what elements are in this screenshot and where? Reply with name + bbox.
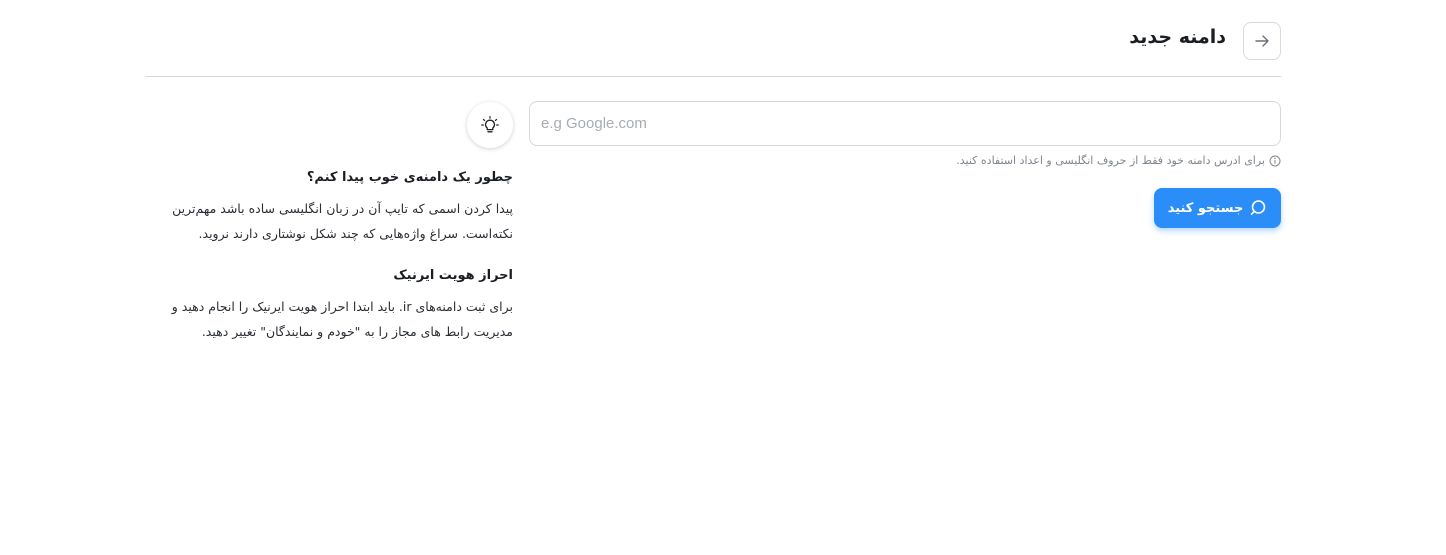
page-header: دامنه جدید bbox=[145, 0, 1281, 77]
domain-input[interactable] bbox=[529, 101, 1281, 146]
search-button-label: جستجو کنید bbox=[1167, 200, 1244, 216]
search-icon bbox=[1251, 200, 1266, 215]
input-hint-text: برای ادرس دامنه خود فقط از حروف انگلیسی … bbox=[956, 154, 1265, 167]
page: دامنه جدید برای ادرس دامنه خود فقط از حر… bbox=[0, 0, 1446, 555]
search-button[interactable]: جستجو کنید bbox=[1154, 188, 1281, 228]
back-button[interactable] bbox=[1243, 22, 1281, 60]
tip-title-good-domain: چطور یک دامنه‌ی خوب پیدا کنم؟ bbox=[306, 170, 513, 185]
arrow-right-icon bbox=[1255, 35, 1269, 47]
info-circle-icon bbox=[1269, 155, 1281, 166]
page-title: دامنه جدید bbox=[1129, 26, 1226, 48]
tip-body-good-domain: پیدا کردن اسمی که تایپ آن در زبان انگلیس… bbox=[172, 201, 513, 241]
tip-title-irnic: احراز هویت ایرنیک bbox=[393, 268, 513, 283]
domain-search-panel: برای ادرس دامنه خود فقط از حروف انگلیسی … bbox=[529, 101, 1281, 228]
input-hint: برای ادرس دامنه خود فقط از حروف انگلیسی … bbox=[956, 154, 1281, 167]
tip-body-irnic: برای ثبت دامنه‌های ir. باید ابتدا احراز … bbox=[171, 299, 513, 339]
lightbulb-icon bbox=[481, 116, 499, 133]
lightbulb-badge bbox=[467, 102, 513, 148]
